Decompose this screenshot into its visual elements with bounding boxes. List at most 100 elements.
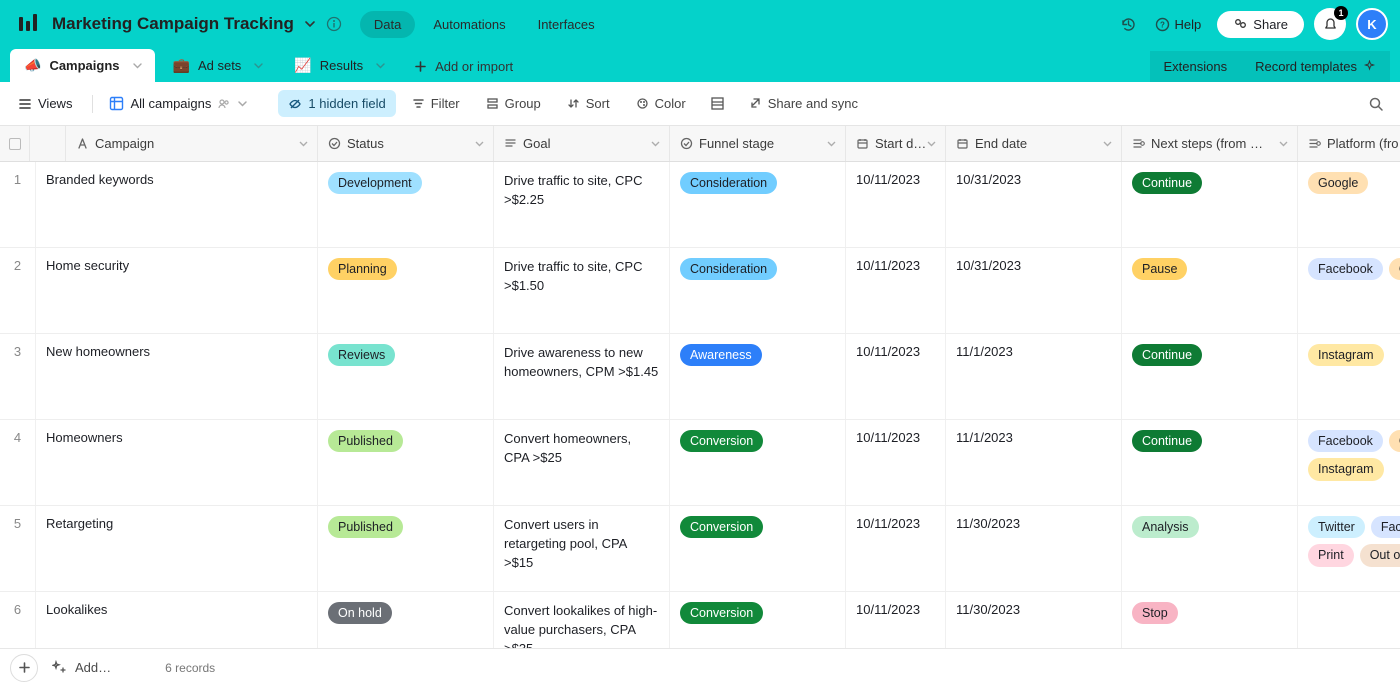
chevron-down-icon[interactable] xyxy=(926,138,937,149)
tab-interfaces[interactable]: Interfaces xyxy=(524,11,609,38)
cell-funnel[interactable]: Consideration xyxy=(670,248,846,333)
cell-start-date[interactable]: 10/11/2023 xyxy=(846,248,946,333)
column-end-date[interactable]: End date xyxy=(946,126,1122,161)
cell-start-date[interactable]: 10/11/2023 xyxy=(846,334,946,419)
cell-next-steps[interactable]: Stop xyxy=(1122,592,1298,648)
chevron-down-icon[interactable] xyxy=(298,138,309,149)
column-funnel[interactable]: Funnel stage xyxy=(670,126,846,161)
cell-end-date[interactable]: 11/1/2023 xyxy=(946,420,1122,505)
chevron-down-icon[interactable] xyxy=(132,60,143,71)
extensions-button[interactable]: Extensions xyxy=(1150,51,1242,82)
group-button[interactable]: Group xyxy=(476,90,551,117)
table-row[interactable]: 3New homeownersReviewsDrive awareness to… xyxy=(0,334,1400,420)
chevron-down-icon[interactable] xyxy=(253,60,264,71)
cell-status[interactable]: Reviews xyxy=(318,334,494,419)
views-menu-button[interactable]: Views xyxy=(10,90,80,117)
cell-platform[interactable]: Instagram xyxy=(1298,334,1400,419)
cell-funnel[interactable]: Conversion xyxy=(670,592,846,648)
add-or-import-button[interactable]: Add or import xyxy=(402,51,525,82)
cell-funnel[interactable]: Conversion xyxy=(670,506,846,591)
chevron-down-icon[interactable] xyxy=(1278,138,1289,149)
notifications-button[interactable]: 1 xyxy=(1314,8,1346,40)
cell-funnel[interactable]: Consideration xyxy=(670,162,846,247)
color-button[interactable]: Color xyxy=(626,90,696,117)
cell-goal[interactable]: Drive awareness to new homeowners, CPM >… xyxy=(494,334,670,419)
record-templates-button[interactable]: Record templates xyxy=(1241,51,1390,82)
cell-funnel[interactable]: Conversion xyxy=(670,420,846,505)
cell-funnel[interactable]: Awareness xyxy=(670,334,846,419)
cell-goal[interactable]: Drive traffic to site, CPC >$2.25 xyxy=(494,162,670,247)
cell-campaign[interactable]: Homeowners xyxy=(36,420,318,505)
table-tab-campaigns[interactable]: 📣Campaigns xyxy=(10,49,155,82)
cell-platform[interactable]: TwitterFacelPrintOut of h xyxy=(1298,506,1400,591)
column-platform[interactable]: Platform (fro… xyxy=(1298,126,1400,161)
cell-goal[interactable]: Convert users in retargeting pool, CPA >… xyxy=(494,506,670,591)
cell-start-date[interactable]: 10/11/2023 xyxy=(846,420,946,505)
table-row[interactable]: 2Home securityPlanningDrive traffic to s… xyxy=(0,248,1400,334)
cell-status[interactable]: Published xyxy=(318,420,494,505)
avatar[interactable]: K xyxy=(1356,8,1388,40)
cell-next-steps[interactable]: Pause xyxy=(1122,248,1298,333)
cell-goal[interactable]: Convert homeowners, CPA >$25 xyxy=(494,420,670,505)
cell-campaign[interactable]: Retargeting xyxy=(36,506,318,591)
share-sync-button[interactable]: Share and sync xyxy=(739,90,868,117)
cell-goal[interactable]: Drive traffic to site, CPC >$1.50 xyxy=(494,248,670,333)
table-tab-results[interactable]: 📈Results xyxy=(280,49,398,82)
tab-data[interactable]: Data xyxy=(360,11,415,38)
info-icon[interactable] xyxy=(326,16,342,32)
cell-next-steps[interactable]: Continue xyxy=(1122,334,1298,419)
filter-button[interactable]: Filter xyxy=(402,90,470,117)
column-start-date[interactable]: Start d… xyxy=(846,126,946,161)
cell-next-steps[interactable]: Analysis xyxy=(1122,506,1298,591)
chevron-down-icon[interactable] xyxy=(304,18,316,30)
row-height-button[interactable] xyxy=(702,90,733,117)
cell-end-date[interactable]: 10/31/2023 xyxy=(946,162,1122,247)
cell-campaign[interactable]: Branded keywords xyxy=(36,162,318,247)
add-extension-button[interactable]: Add… xyxy=(52,660,111,675)
select-all-checkbox[interactable] xyxy=(0,126,30,161)
help-button[interactable]: ? Help xyxy=(1155,17,1202,32)
table-tab-ad-sets[interactable]: 💼Ad sets xyxy=(159,49,277,82)
hidden-fields-button[interactable]: 1 hidden field xyxy=(278,90,395,117)
cell-end-date[interactable]: 11/1/2023 xyxy=(946,334,1122,419)
cell-status[interactable]: Published xyxy=(318,506,494,591)
column-status[interactable]: Status xyxy=(318,126,494,161)
column-next-steps[interactable]: Next steps (from … xyxy=(1122,126,1298,161)
cell-end-date[interactable]: 11/30/2023 xyxy=(946,592,1122,648)
chevron-down-icon[interactable] xyxy=(375,60,386,71)
table-row[interactable]: 1Branded keywordsDevelopmentDrive traffi… xyxy=(0,162,1400,248)
cell-start-date[interactable]: 10/11/2023 xyxy=(846,162,946,247)
cell-platform[interactable]: Google xyxy=(1298,162,1400,247)
cell-end-date[interactable]: 11/30/2023 xyxy=(946,506,1122,591)
cell-next-steps[interactable]: Continue xyxy=(1122,420,1298,505)
cell-campaign[interactable]: Lookalikes xyxy=(36,592,318,648)
chevron-down-icon[interactable] xyxy=(826,138,837,149)
cell-campaign[interactable]: New homeowners xyxy=(36,334,318,419)
sort-button[interactable]: Sort xyxy=(557,90,620,117)
cell-platform[interactable] xyxy=(1298,592,1400,648)
cell-end-date[interactable]: 10/31/2023 xyxy=(946,248,1122,333)
column-campaign[interactable]: Campaign xyxy=(66,126,318,161)
cell-platform[interactable]: FacebookGoInstagram xyxy=(1298,420,1400,505)
table-row[interactable]: 6LookalikesOn holdConvert lookalikes of … xyxy=(0,592,1400,648)
cell-status[interactable]: Planning xyxy=(318,248,494,333)
cell-platform[interactable]: FacebookGo xyxy=(1298,248,1400,333)
current-view[interactable]: All campaigns xyxy=(105,92,252,115)
cell-campaign[interactable]: Home security xyxy=(36,248,318,333)
cell-start-date[interactable]: 10/11/2023 xyxy=(846,506,946,591)
search-button[interactable] xyxy=(1362,90,1390,118)
cell-goal[interactable]: Convert lookalikes of high-value purchas… xyxy=(494,592,670,648)
chevron-down-icon[interactable] xyxy=(650,138,661,149)
chevron-down-icon[interactable] xyxy=(1102,138,1113,149)
chevron-down-icon[interactable] xyxy=(474,138,485,149)
cell-next-steps[interactable]: Continue xyxy=(1122,162,1298,247)
base-title[interactable]: Marketing Campaign Tracking xyxy=(52,14,294,34)
add-row-button[interactable] xyxy=(10,654,38,682)
cell-start-date[interactable]: 10/11/2023 xyxy=(846,592,946,648)
share-button[interactable]: Share xyxy=(1217,11,1304,38)
column-goal[interactable]: Goal xyxy=(494,126,670,161)
cell-status[interactable]: On hold xyxy=(318,592,494,648)
history-icon[interactable] xyxy=(1113,8,1145,40)
table-row[interactable]: 5RetargetingPublishedConvert users in re… xyxy=(0,506,1400,592)
table-row[interactable]: 4HomeownersPublishedConvert homeowners, … xyxy=(0,420,1400,506)
